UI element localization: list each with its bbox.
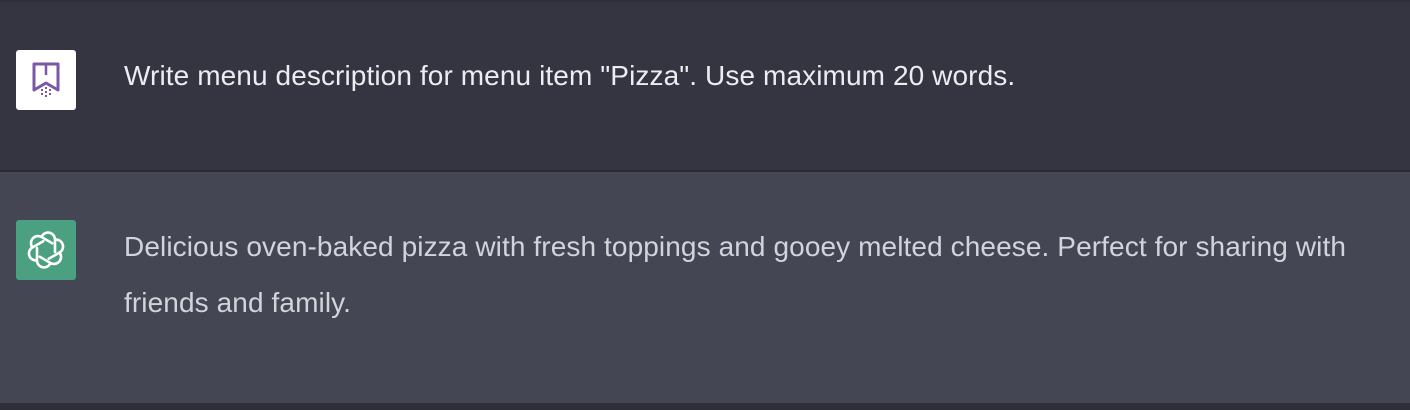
user-message-text: Write menu description for menu item "Pi…: [124, 60, 1016, 91]
bottom-divider: [0, 403, 1410, 410]
user-message-row: Write menu description for menu item "Pi…: [0, 2, 1410, 170]
openai-logo-icon: [27, 231, 65, 269]
user-avatar: [16, 50, 76, 110]
assistant-message-row: Delicious oven-baked pizza with fresh to…: [0, 172, 1410, 403]
chat-thread: Write menu description for menu item "Pi…: [0, 0, 1410, 410]
assistant-message-text: Delicious oven-baked pizza with fresh to…: [124, 231, 1347, 318]
user-logo-icon: [32, 62, 60, 97]
assistant-avatar: [16, 220, 76, 280]
